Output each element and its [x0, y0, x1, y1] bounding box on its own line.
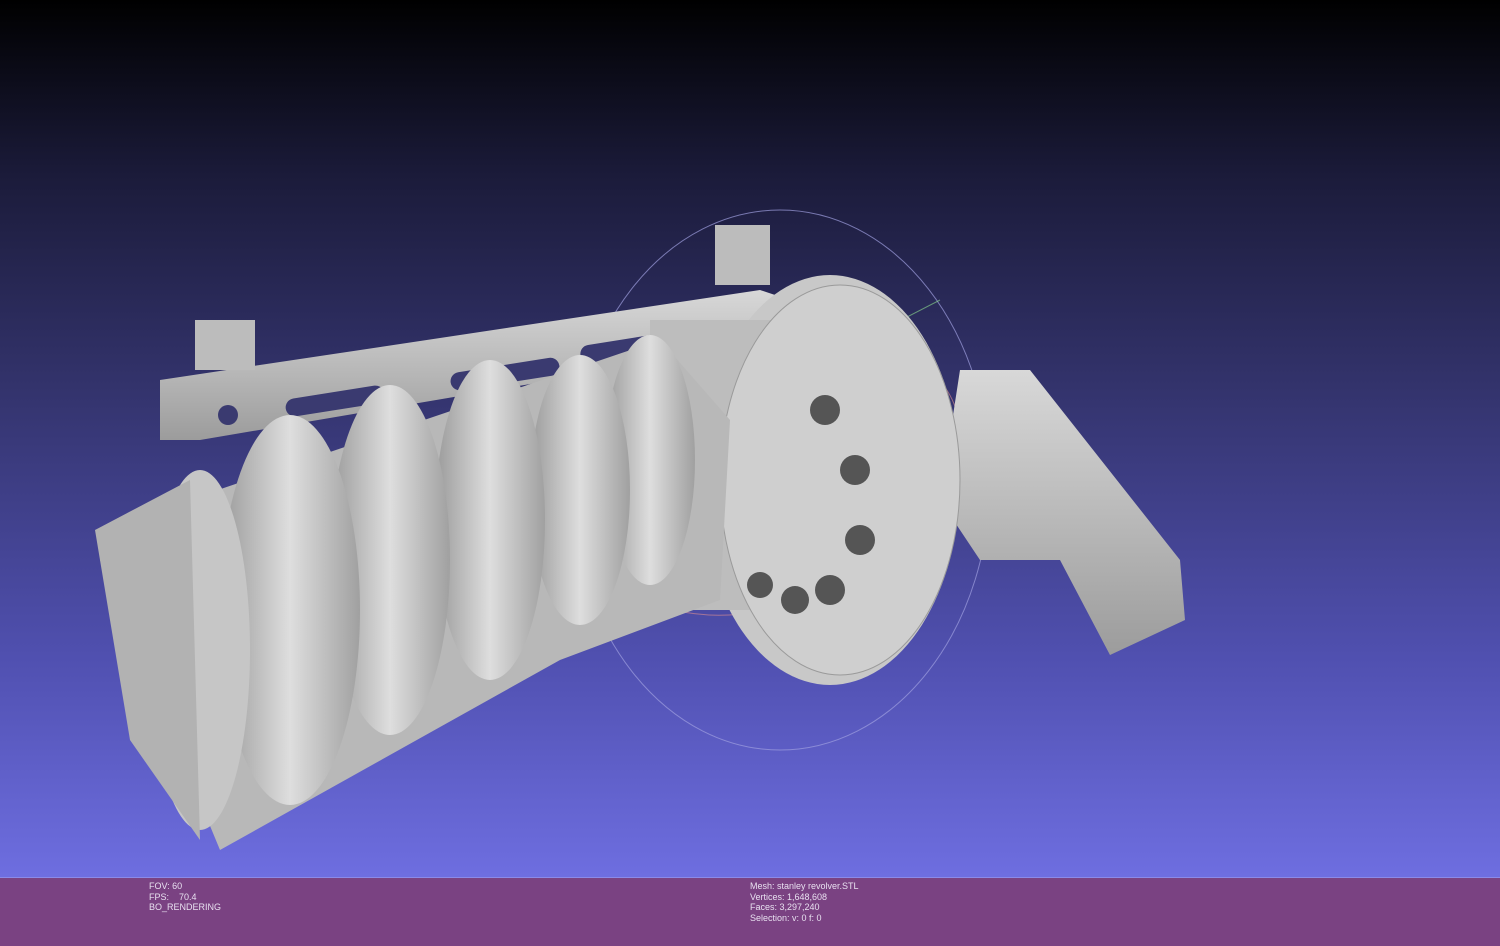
- selection-info: Selection: v: 0 f: 0: [750, 912, 822, 923]
- grip: [940, 370, 1185, 655]
- 3d-viewport[interactable]: [0, 0, 1500, 877]
- fov-readout: FOV: 60: [149, 881, 183, 891]
- fps-readout: FPS: 70.4: [149, 891, 197, 902]
- face-count: Faces: 3,297,240: [750, 902, 820, 912]
- vertex-count: Vertices: 1,648,608: [750, 891, 828, 902]
- status-bar: FOV: 60 FPS: 70.4 BO_RENDERING Mesh: sta…: [0, 877, 1500, 946]
- render-info: FOV: 60 FPS: 70.4 BO_RENDERING: [149, 881, 221, 913]
- render-mode: BO_RENDERING: [149, 902, 222, 912]
- mesh-info: Mesh: stanley revolver.STL Vertices: 1,6…: [750, 881, 859, 923]
- mesh-render: [95, 209, 1185, 850]
- mesh-name: Mesh: stanley revolver.STL: [750, 881, 859, 891]
